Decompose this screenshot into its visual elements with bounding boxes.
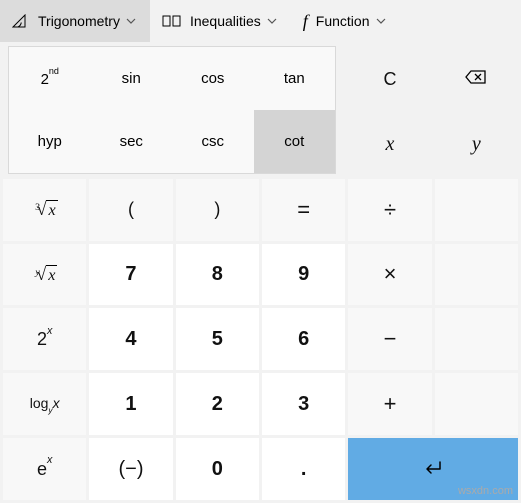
chevron-down-icon [267, 18, 277, 24]
digit-7-button[interactable]: 7 [89, 244, 172, 306]
csc-button[interactable]: csc [172, 110, 254, 173]
sin-button[interactable]: sin [91, 47, 173, 110]
cot-button[interactable]: cot [254, 110, 336, 173]
minus-button[interactable]: − [348, 308, 431, 370]
digit-2-button[interactable]: 2 [176, 373, 259, 435]
toolbar-inequalities-label: Inequalities [190, 13, 261, 29]
angle-icon [12, 14, 30, 28]
hyp-button[interactable]: hyp [9, 110, 91, 173]
digit-9-button[interactable]: 9 [262, 244, 345, 306]
chevron-down-icon [126, 18, 136, 24]
sec-button[interactable]: sec [91, 110, 173, 173]
digit-6-button[interactable]: 6 [262, 308, 345, 370]
backspace-button[interactable] [435, 49, 518, 111]
clear-button[interactable]: C [348, 49, 431, 111]
watermark: wsxdn.com [458, 485, 513, 497]
two-pow-x-button[interactable]: 2x [3, 308, 86, 370]
function-icon: f [303, 11, 308, 32]
tan-button[interactable]: tan [254, 47, 336, 110]
decimal-button[interactable]: . [262, 438, 345, 500]
toolbar-trigonometry-label: Trigonometry [38, 13, 120, 29]
backspace-icon [465, 69, 487, 90]
lparen-button[interactable]: ( [89, 179, 172, 241]
equals-button[interactable]: = [262, 179, 345, 241]
trigonometry-panel: 2nd sin cos tan hyp sec csc cot [8, 46, 336, 174]
digit-0-button[interactable]: 0 [176, 438, 259, 500]
toolbar: Trigonometry Inequalities f Function [0, 0, 521, 42]
digit-5-button[interactable]: 5 [176, 308, 259, 370]
multiply-button[interactable]: × [348, 244, 431, 306]
digit-3-button[interactable]: 3 [262, 373, 345, 435]
var-y-button[interactable]: y [435, 114, 518, 176]
toolbar-inequalities[interactable]: Inequalities [150, 0, 291, 42]
digit-8-button[interactable]: 8 [176, 244, 259, 306]
digit-4-button[interactable]: 4 [89, 308, 172, 370]
e-pow-x-button[interactable]: ex [3, 438, 86, 500]
log-base-y-button[interactable]: logyx [3, 373, 86, 435]
digit-1-button[interactable]: 1 [89, 373, 172, 435]
placeholder [435, 308, 518, 370]
chevron-down-icon [376, 18, 386, 24]
cube-root-button[interactable]: 3√x [3, 179, 86, 241]
y-root-button[interactable]: y√x [3, 244, 86, 306]
toolbar-function[interactable]: f Function [291, 0, 400, 42]
placeholder [435, 179, 518, 241]
second-button[interactable]: 2nd [9, 47, 91, 110]
toolbar-function-label: Function [316, 13, 370, 29]
negate-button[interactable]: (−) [89, 438, 172, 500]
var-x-button[interactable]: x [348, 114, 431, 176]
cos-button[interactable]: cos [172, 47, 254, 110]
divide-button[interactable]: ÷ [348, 179, 431, 241]
enter-icon [423, 456, 443, 482]
inequality-icon [162, 14, 182, 28]
placeholder [435, 244, 518, 306]
toolbar-trigonometry[interactable]: Trigonometry [0, 0, 150, 42]
placeholder [435, 373, 518, 435]
rparen-button[interactable]: ) [176, 179, 259, 241]
plus-button[interactable]: + [348, 373, 431, 435]
